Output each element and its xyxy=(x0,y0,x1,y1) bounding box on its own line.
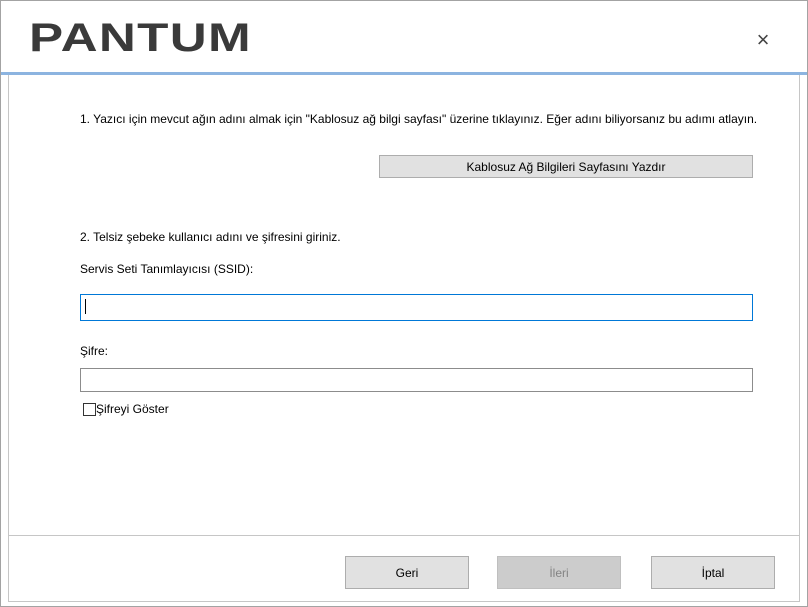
step2-instruction: 2. Telsiz şebeke kullanıcı adını ve şifr… xyxy=(80,230,341,244)
text-caret xyxy=(85,299,86,314)
ssid-label: Servis Seti Tanımlayıcısı (SSID): xyxy=(80,262,254,276)
show-password-checkbox[interactable] xyxy=(83,403,96,416)
cancel-button[interactable]: İptal xyxy=(651,556,775,589)
print-wireless-info-button[interactable]: Kablosuz Ağ Bilgileri Sayfasını Yazdır xyxy=(379,155,753,178)
header: PANTUM × xyxy=(1,1,807,72)
show-password-label[interactable]: Şifreyi Göster xyxy=(96,401,169,417)
installer-window: PANTUM × 1. Yazıcı için mevcut ağın adın… xyxy=(0,0,808,607)
step1-instruction: 1. Yazıcı için mevcut ağın adını almak i… xyxy=(80,112,758,126)
back-button[interactable]: Geri xyxy=(345,556,469,589)
brand-logo: PANTUM xyxy=(29,16,252,60)
close-icon: × xyxy=(756,27,770,52)
close-button[interactable]: × xyxy=(748,25,778,55)
password-label: Şifre: xyxy=(80,344,109,358)
footer-divider xyxy=(8,535,800,536)
next-button[interactable]: İleri xyxy=(497,556,621,589)
password-input[interactable] xyxy=(80,368,753,392)
ssid-input[interactable] xyxy=(80,294,753,321)
